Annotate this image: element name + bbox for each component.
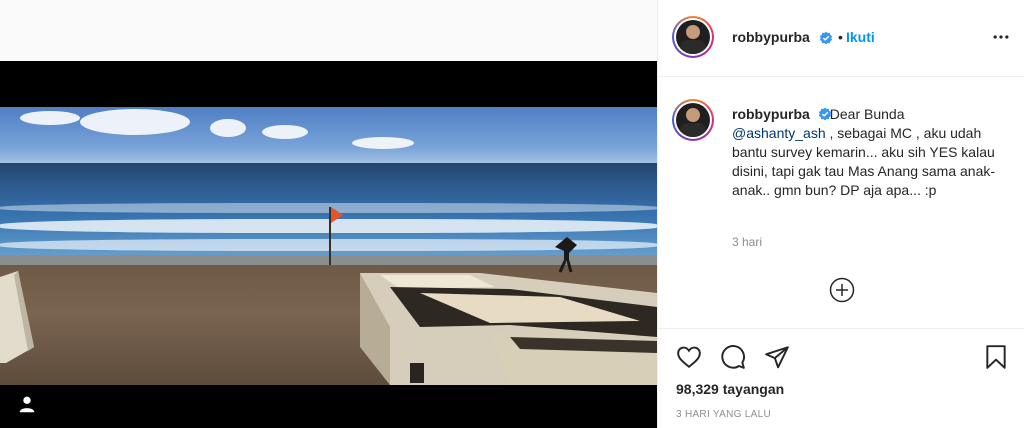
caption-time[interactable]: 3 hari [732, 235, 762, 249]
author-avatar[interactable] [672, 16, 714, 58]
caption-start: Dear Bunda [829, 106, 905, 122]
share-icon[interactable] [764, 344, 790, 370]
video-frame[interactable] [0, 107, 657, 385]
verified-badge-icon [818, 107, 832, 121]
add-comment-icon[interactable] [829, 277, 855, 303]
heart-icon[interactable] [676, 344, 702, 370]
post-date[interactable]: 3 HARI YANG LALU [676, 409, 771, 420]
flag [331, 207, 343, 223]
concrete-blocks-right [360, 273, 657, 385]
caption-username[interactable]: robbypurba [732, 106, 810, 122]
author-username[interactable]: robbypurba [732, 29, 810, 45]
bookmark-icon[interactable] [983, 344, 1009, 370]
concrete-block-left [0, 271, 34, 363]
mention-link[interactable]: @ashanty_ash [732, 125, 826, 141]
post-media[interactable] [0, 61, 657, 428]
verified-badge-icon [819, 31, 833, 45]
follow-button[interactable]: Ikuti [846, 29, 875, 45]
more-options-icon[interactable] [991, 27, 1011, 47]
caption: robbypurba Dear Bunda @ashanty_ash , seba… [732, 105, 1002, 200]
post-sidebar: robbypurba • Ikuti robbypurba Dear Bunda … [657, 0, 1024, 428]
cloud [20, 111, 80, 125]
comment-icon[interactable] [720, 344, 746, 370]
caption-author-avatar[interactable] [672, 99, 714, 141]
cloud [210, 119, 246, 137]
view-count[interactable]: 98,329 tayangan [676, 381, 784, 397]
post-actions: 98,329 tayangan 3 HARI YANG LALU [658, 328, 1024, 428]
user-tag-icon[interactable] [16, 393, 38, 415]
post-header: robbypurba • Ikuti [658, 0, 1024, 77]
cloud [352, 137, 414, 149]
separator-dot: • [838, 29, 843, 45]
top-blank-area [0, 0, 657, 61]
cloud [262, 125, 308, 139]
cloud [80, 109, 190, 135]
